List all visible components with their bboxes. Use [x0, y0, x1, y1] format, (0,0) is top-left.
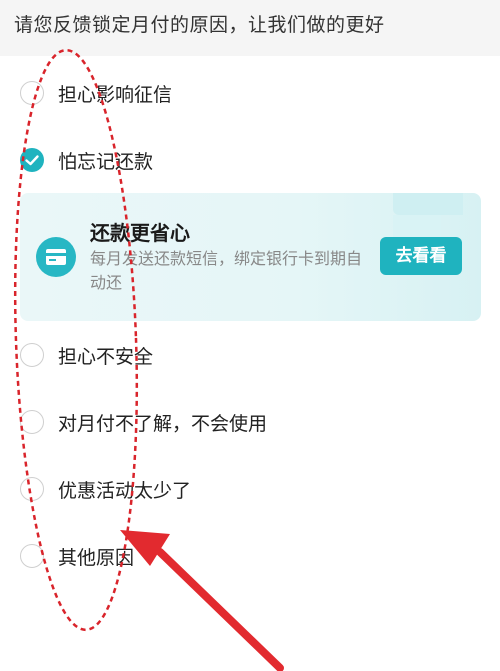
option-security-worry[interactable]: 担心不安全: [0, 331, 500, 381]
radio-button[interactable]: [20, 81, 44, 105]
checkmark-icon: [20, 148, 44, 172]
card-icon: [36, 237, 76, 277]
radio-button[interactable]: [20, 410, 44, 434]
radio-button[interactable]: [20, 477, 44, 501]
option-credit-worry[interactable]: 担心影响征信: [0, 69, 500, 119]
option-few-promotions[interactable]: 优惠活动太少了: [0, 465, 500, 515]
option-label: 对月付不了解，不会使用: [58, 413, 268, 435]
radio-button-checked[interactable]: [20, 148, 44, 172]
option-label: 担心影响征信: [58, 84, 173, 106]
promo-description: 每月发送还款短信，绑定银行卡到期自动还: [90, 249, 363, 292]
option-label: 其他原因: [58, 547, 135, 569]
go-see-button[interactable]: 去看看: [380, 237, 462, 275]
option-label: 怕忘记还款: [58, 151, 154, 173]
header-banner: 请您反馈锁定月付的原因，让我们做的更好: [0, 0, 500, 56]
option-label: 担心不安全: [58, 346, 154, 368]
option-forget-repay[interactable]: 怕忘记还款: [0, 136, 500, 186]
radio-button[interactable]: [20, 343, 44, 367]
option-dont-understand[interactable]: 对月付不了解，不会使用: [0, 398, 500, 448]
option-other-reason[interactable]: 其他原因: [0, 532, 500, 582]
promo-decoration: [393, 193, 463, 215]
repayment-promo-card: 还款更省心 每月发送还款短信，绑定银行卡到期自动还 去看看: [20, 193, 481, 321]
promo-title: 还款更省心: [90, 221, 190, 245]
feedback-prompt: 请您反馈锁定月付的原因，让我们做的更好: [14, 14, 385, 36]
radio-button[interactable]: [20, 544, 44, 568]
option-label: 优惠活动太少了: [58, 480, 192, 502]
